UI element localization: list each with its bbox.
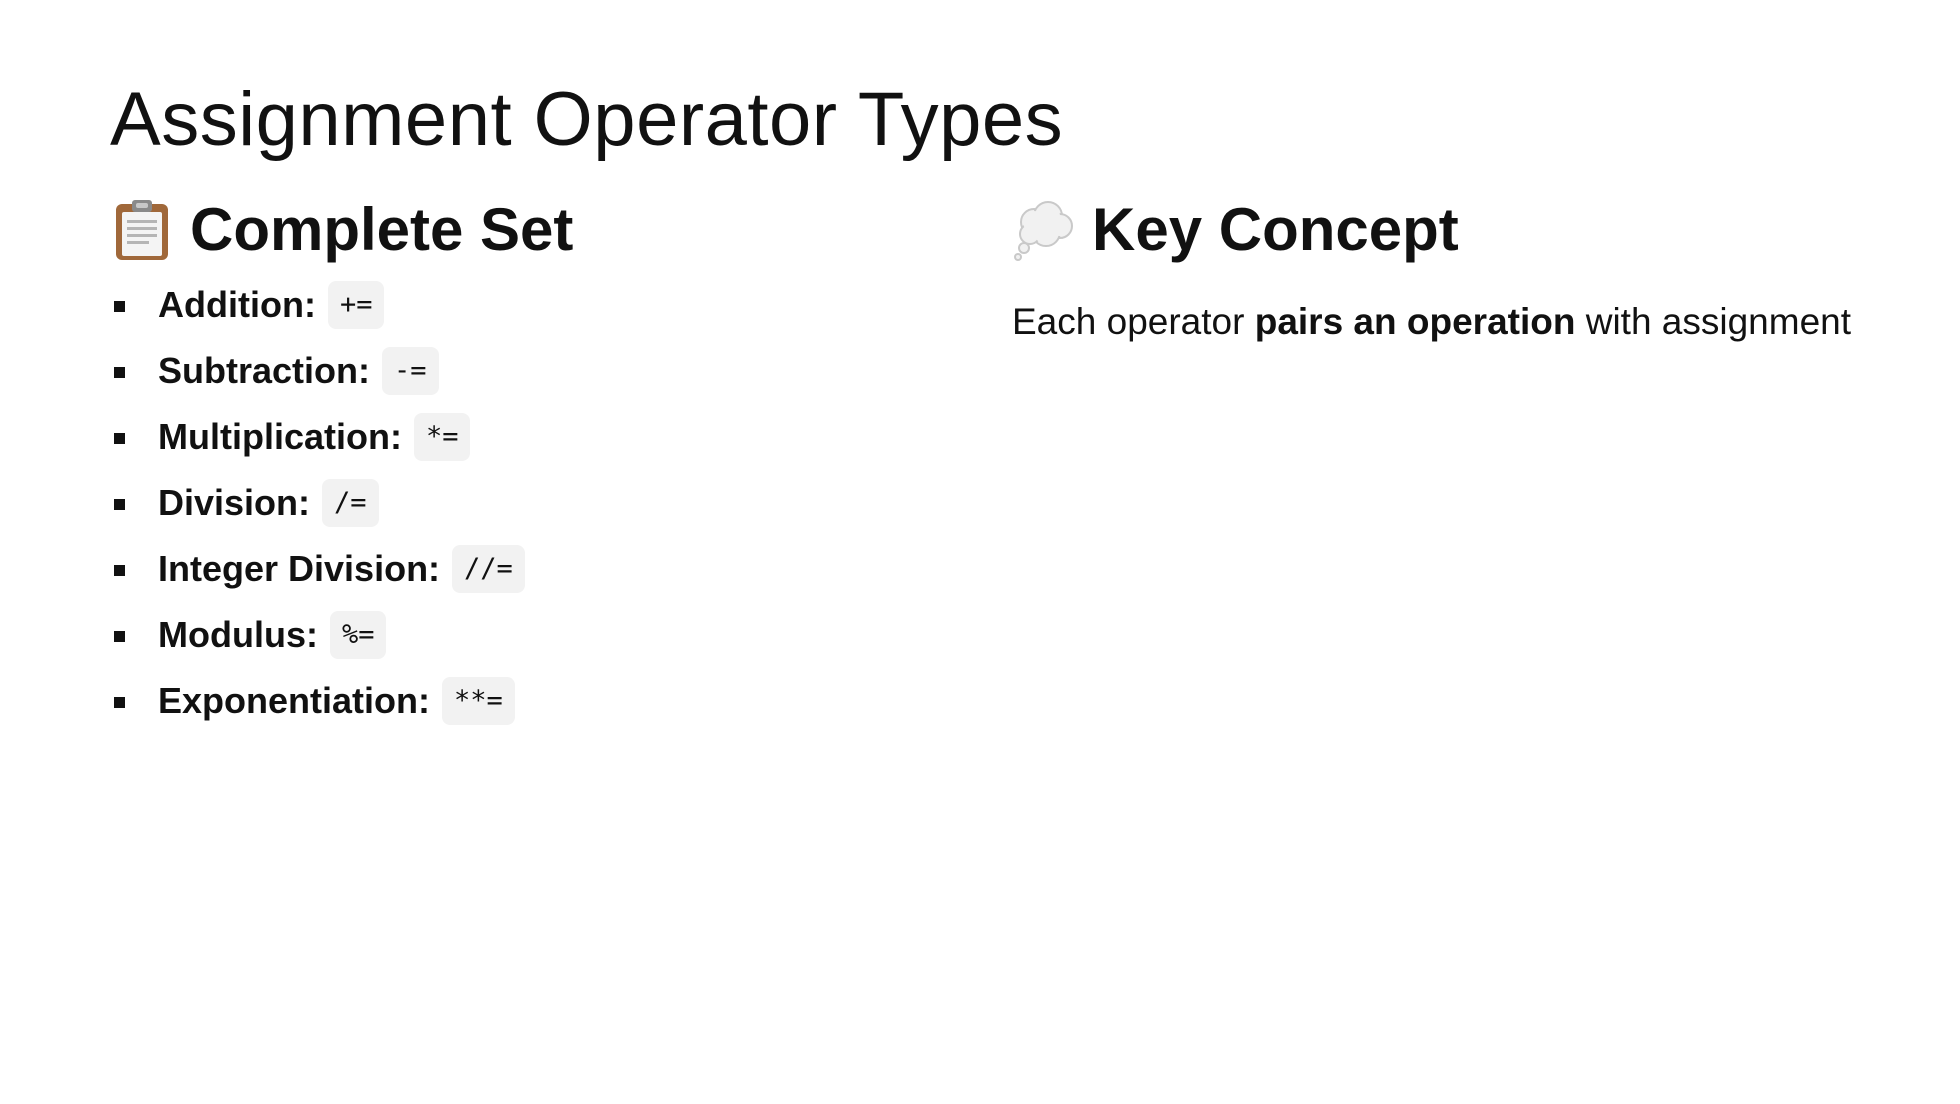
complete-set-heading: Complete Set (110, 192, 990, 268)
bullet-square-icon (114, 565, 125, 576)
key-concept-text: Each operator pairs an operation with as… (1012, 298, 1912, 346)
list-item: Addition: += (110, 272, 990, 338)
operator-label: Addition: (158, 284, 316, 325)
bullet-square-icon (114, 631, 125, 642)
key-concept-heading: Key Concept (1012, 192, 1912, 268)
complete-set-section: Complete Set Addition: += Subtraction: -… (110, 192, 990, 734)
concept-text-end: with assignment (1575, 301, 1852, 342)
operator-code: *= (413, 413, 471, 461)
list-item: Subtraction: -= (110, 338, 990, 404)
operator-code: %= (329, 611, 387, 659)
operator-code: += (327, 281, 385, 329)
key-concept-heading-text: Key Concept (1092, 196, 1459, 263)
operator-code: -= (382, 347, 439, 395)
operator-label: Multiplication: (158, 416, 402, 457)
operator-label: Division: (158, 482, 311, 523)
operator-label: Subtraction: (158, 350, 370, 391)
list-item: Division: /= (110, 470, 990, 536)
bullet-square-icon (114, 499, 125, 510)
list-item: Exponentiation: **= (110, 668, 990, 734)
concept-text-emphasis: pairs an operation (1254, 301, 1576, 342)
operator-label: Modulus: (158, 614, 318, 655)
list-item: Multiplication: *= (110, 404, 990, 470)
bullet-square-icon (114, 433, 125, 444)
list-item: Modulus: %= (110, 602, 990, 668)
operator-code: /= (322, 479, 379, 527)
clipboard-icon (110, 198, 174, 262)
bullet-square-icon (114, 697, 125, 708)
operator-label: Exponentiation: (158, 680, 430, 721)
thought-bubble-icon (1012, 198, 1076, 262)
key-concept-section: Key Concept Each operator pairs an opera… (1012, 192, 1912, 346)
operator-label: Integer Division: (158, 548, 441, 589)
list-item: Integer Division: //= (110, 536, 990, 602)
slide-title: Assignment Operator Types (110, 77, 1064, 162)
concept-text-start: Each operator (1012, 301, 1255, 342)
operator-list: Addition: += Subtraction: -= Multiplicat… (110, 272, 990, 734)
bullet-square-icon (114, 301, 125, 312)
bullet-square-icon (114, 367, 125, 378)
operator-code: //= (452, 545, 525, 593)
operator-code: **= (442, 677, 515, 725)
complete-set-heading-text: Complete Set (190, 196, 574, 263)
